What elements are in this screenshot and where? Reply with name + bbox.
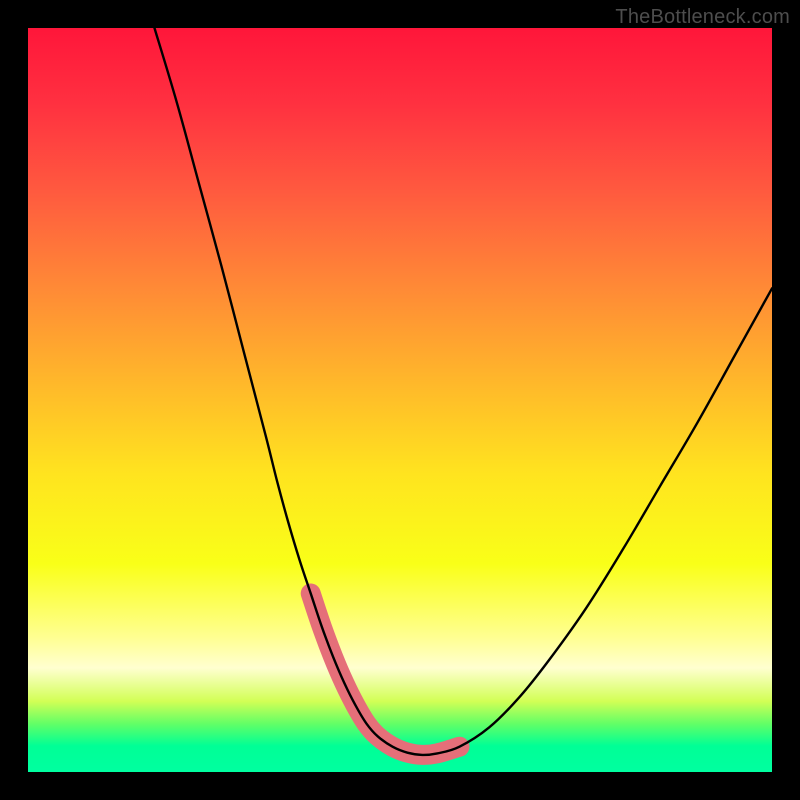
watermark-link[interactable]: TheBottleneck.com (615, 6, 790, 29)
bottleneck-curve (154, 28, 772, 755)
curve-layer (28, 28, 772, 772)
accent-segment (311, 593, 460, 754)
outer-frame: TheBottleneck.com (0, 0, 800, 800)
plot-area (28, 28, 772, 772)
